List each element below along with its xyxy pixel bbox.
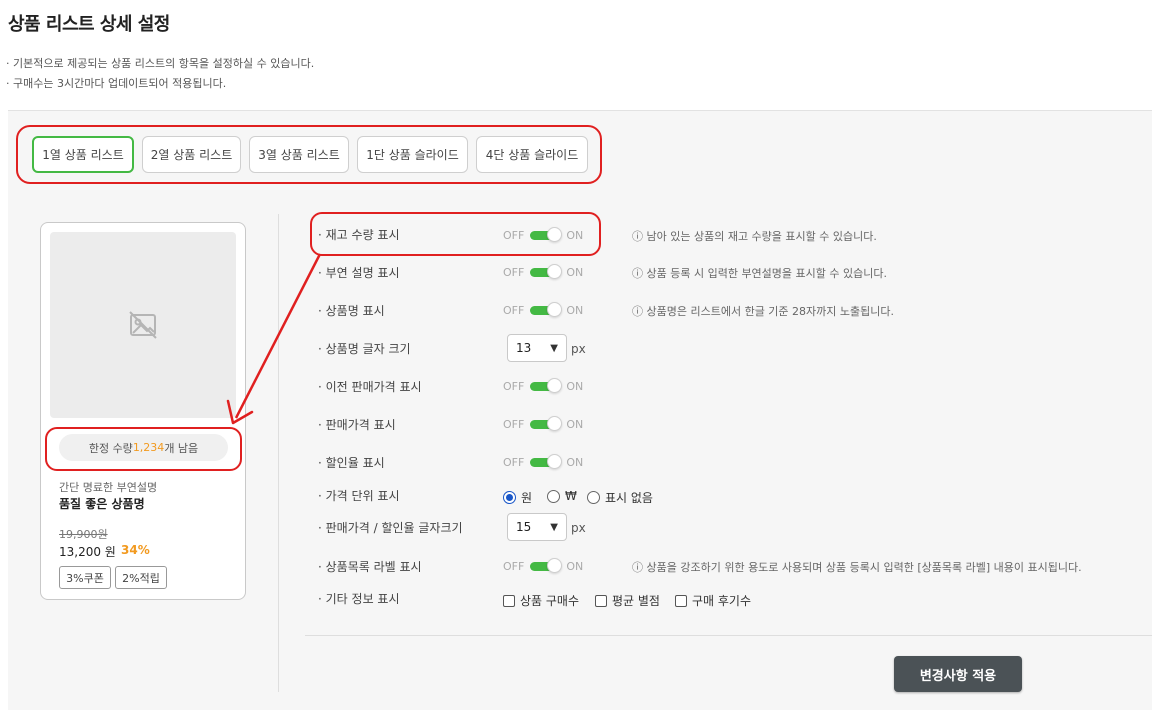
select-value: 13 (516, 341, 532, 355)
select-value: 15 (516, 520, 532, 534)
stock-badge: 한정 수량 1,234 개 남음 (59, 434, 228, 461)
coupon-badge: 3%쿠폰 (59, 566, 111, 589)
hint-product-name: ⓘ 상품명은 리스트에서 한글 기준 28자까지 노출됩니다. (632, 305, 894, 318)
no-image-icon (129, 311, 157, 339)
checkbox-purchase-count[interactable]: 상품 구매수 (503, 592, 579, 609)
radio-dot[interactable] (547, 489, 560, 503)
toggle-off-label: OFF (503, 417, 525, 431)
label-etc-info: · 기타 정보 표시 (318, 592, 400, 606)
toggle-discount-rate[interactable]: OFF ON (503, 453, 583, 471)
toggle-product-name[interactable]: OFF ON (503, 301, 583, 319)
toggle-switch[interactable] (530, 415, 563, 431)
checkbox-label: 구매 후기수 (692, 594, 752, 608)
page-title: 상품 리스트 상세 설정 (8, 14, 170, 35)
checkbox-review-count[interactable]: 구매 후기수 (675, 592, 751, 609)
label-previous-price: · 이전 판매가격 표시 (318, 380, 422, 394)
stock-prefix: 한정 수량 (88, 441, 133, 455)
toggle-on-label: ON (566, 417, 584, 431)
toggle-switch[interactable] (530, 557, 563, 573)
toggle-switch[interactable] (530, 263, 563, 279)
radio-dot[interactable] (503, 491, 516, 504)
checkbox-box[interactable] (675, 594, 687, 607)
description-line: · 기본적으로 제공되는 상품 리스트의 항목을 설정하실 수 있습니다. (6, 57, 315, 70)
stock-suffix: 개 남음 (164, 441, 199, 455)
toggle-on-label: ON (566, 303, 584, 317)
discount-rate: 34% (121, 543, 150, 557)
tab-1-column-list[interactable]: 1열 상품 리스트 (32, 136, 134, 173)
toggle-on-label: ON (566, 265, 584, 279)
hint-sub-description: ⓘ 상품 등록 시 입력한 부연설명을 표시할 수 있습니다. (632, 267, 887, 280)
toggle-sale-price[interactable]: OFF ON (503, 415, 583, 433)
horizontal-divider (305, 635, 1152, 636)
radio-dot[interactable] (587, 491, 600, 504)
toggle-previous-price[interactable]: OFF ON (503, 377, 583, 395)
chevron-down-icon: ▼ (550, 342, 558, 354)
points-badge: 2%적립 (115, 566, 167, 589)
radio-label: 원 (521, 491, 533, 505)
toggle-off-label: OFF (503, 303, 525, 317)
toggle-on-label: ON (566, 455, 584, 469)
tab-4-slide[interactable]: 4단 상품 슬라이드 (476, 136, 588, 173)
toggle-switch[interactable] (530, 453, 563, 469)
toggle-switch[interactable] (530, 301, 563, 317)
radio-label: 표시 없음 (605, 491, 653, 505)
vertical-divider (278, 214, 279, 692)
checkbox-label: 상품 구매수 (520, 594, 580, 608)
toggle-list-label[interactable]: OFF ON (503, 557, 583, 575)
tab-1-slide[interactable]: 1단 상품 슬라이드 (357, 136, 468, 173)
radio-currency-symbol[interactable]: ₩ (547, 489, 577, 503)
toggle-switch[interactable] (530, 226, 563, 242)
original-price: 19,900원 (59, 528, 108, 541)
radio-label: ₩ (565, 489, 577, 503)
label-discount-rate: · 할인율 표시 (318, 456, 385, 470)
toggle-on-label: ON (566, 228, 584, 242)
product-image-placeholder (50, 232, 236, 418)
apply-changes-button[interactable]: 변경사항 적용 (894, 656, 1022, 692)
unit-label: px (571, 342, 586, 356)
toggle-off-label: OFF (503, 265, 525, 279)
toggle-off-label: OFF (503, 455, 525, 469)
unit-label: px (571, 521, 586, 535)
radio-currency-won[interactable]: 원 (503, 489, 532, 506)
stock-number: 1,234 (132, 441, 165, 454)
toggle-off-label: OFF (503, 559, 525, 573)
product-name: 품질 좋은 상품명 (59, 497, 145, 511)
toggle-sub-description[interactable]: OFF ON (503, 263, 583, 281)
sale-price: 13,200 원 (59, 545, 116, 559)
tab-3-column-list[interactable]: 3열 상품 리스트 (249, 136, 349, 173)
description-line: · 구매수는 3시간마다 업데이트되어 적용됩니다. (6, 77, 227, 90)
checkbox-label: 평균 별점 (612, 594, 660, 608)
label-list-label: · 상품목록 라벨 표시 (318, 560, 422, 574)
toggle-off-label: OFF (503, 228, 525, 242)
product-sub-description: 간단 명료한 부연설명 (59, 481, 158, 494)
checkbox-box[interactable] (503, 594, 515, 607)
toggle-switch[interactable] (530, 377, 563, 393)
radio-currency-none[interactable]: 표시 없음 (587, 489, 653, 506)
price-font-size-select[interactable]: 15 ▼ (507, 513, 567, 541)
label-currency-unit: · 가격 단위 표시 (318, 489, 400, 503)
toggle-off-label: OFF (503, 379, 525, 393)
label-sale-price: · 판매가격 표시 (318, 418, 396, 432)
toggle-on-label: ON (566, 379, 584, 393)
toggle-on-label: ON (566, 559, 584, 573)
label-stock: · 재고 수량 표시 (318, 228, 400, 242)
label-product-name: · 상품명 표시 (318, 304, 385, 318)
checkbox-average-rating[interactable]: 평균 별점 (595, 592, 660, 609)
name-font-size-select[interactable]: 13 ▼ (507, 334, 567, 362)
chevron-down-icon: ▼ (550, 521, 558, 533)
hint-stock: ⓘ 남아 있는 상품의 재고 수량을 표시할 수 있습니다. (632, 230, 877, 243)
toggle-stock[interactable]: OFF ON (503, 226, 583, 244)
label-sub-description: · 부연 설명 표시 (318, 266, 400, 280)
tab-2-column-list[interactable]: 2열 상품 리스트 (142, 136, 241, 173)
label-name-font-size: · 상품명 글자 크기 (318, 342, 411, 356)
checkbox-box[interactable] (595, 594, 607, 607)
label-price-font-size: · 판매가격 / 할인율 글자크기 (318, 521, 463, 535)
hint-list-label: ⓘ 상품을 강조하기 위한 용도로 사용되며 상품 등록시 입력한 [상품목록 … (632, 561, 1082, 574)
